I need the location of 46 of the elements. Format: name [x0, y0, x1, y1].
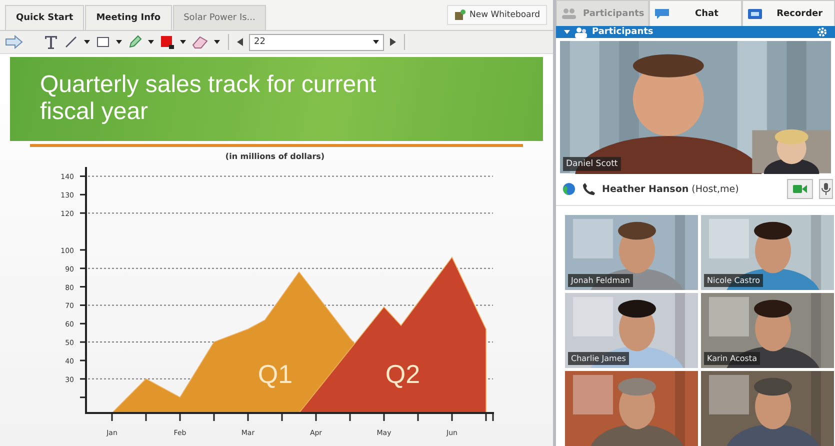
chart-title: (in millions of dollars) [225, 152, 325, 161]
tab[interactable]: Solar Power Is... [172, 5, 266, 30]
whiteboard-icon [454, 9, 466, 21]
tab[interactable]: Chat [649, 0, 742, 26]
color-picker-icon[interactable] [160, 35, 174, 49]
camera-icon [793, 184, 807, 194]
slide-title: Quarterly sales track for current fiscal year [40, 72, 378, 126]
people-icon [574, 26, 588, 38]
tab[interactable]: Meeting Info [85, 5, 172, 30]
line-tool-icon[interactable] [64, 35, 78, 49]
page-dropdown[interactable]: 22 [249, 34, 384, 50]
previous-page-icon[interactable] [237, 38, 243, 46]
settings-icon[interactable] [817, 27, 827, 38]
participant-name: Jonah Feldman [568, 274, 633, 287]
tab[interactable]: Quick Start [5, 5, 84, 30]
caret-icon[interactable] [84, 40, 90, 44]
series-label: Q2 [385, 359, 420, 389]
participant-name: Charlie James [568, 352, 629, 365]
microphone-icon [821, 183, 831, 196]
caret-icon[interactable] [180, 40, 186, 44]
participant-name: Daniel Scott [563, 156, 621, 171]
chat-bubble-icon [654, 8, 670, 20]
panel-title: Participants [592, 27, 654, 38]
people-icon [561, 8, 577, 20]
text-tool-icon[interactable] [44, 35, 58, 49]
rectangle-tool-icon[interactable] [96, 35, 110, 49]
new-whiteboard-button[interactable]: New Whiteboard [447, 5, 547, 25]
participant-name: Karin Acosta [704, 352, 760, 365]
series-label: Q1 [258, 359, 293, 389]
tab[interactable]: Recorder [742, 0, 835, 26]
eraser-icon[interactable] [192, 35, 208, 49]
caret-icon[interactable] [214, 40, 220, 44]
pencil-icon[interactable] [128, 35, 142, 49]
caret-icon[interactable] [373, 40, 379, 44]
caret-icon[interactable] [116, 40, 122, 44]
globe-icon [562, 182, 576, 196]
recorder-icon [747, 8, 764, 20]
video-button[interactable] [787, 179, 813, 200]
arrow-icon[interactable] [4, 35, 24, 49]
microphone-button[interactable] [819, 179, 833, 200]
collapse-caret-icon[interactable] [564, 30, 570, 34]
phone-icon [582, 182, 596, 196]
caret-icon[interactable] [148, 40, 154, 44]
next-page-icon[interactable] [390, 38, 396, 46]
participant-name: Nicole Castro [704, 274, 763, 287]
host-name: Heather Hanson (Host,me) [602, 184, 739, 195]
